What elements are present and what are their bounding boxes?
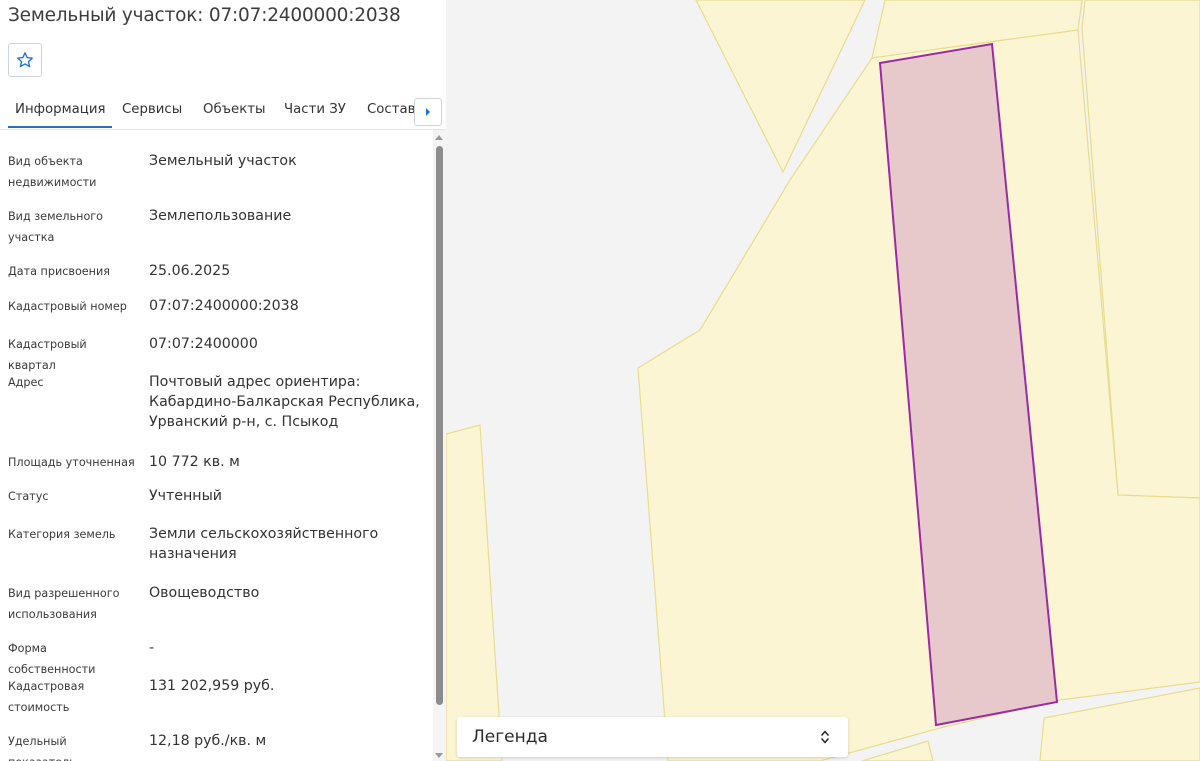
tab-information[interactable]: Информация: [7, 102, 113, 128]
info-label: Площадь уточненная: [8, 456, 135, 469]
tab-objects[interactable]: Объекты: [203, 102, 266, 117]
info-label: Статус: [8, 490, 49, 503]
info-label: Форма собственности: [8, 642, 96, 676]
info-label: Дата присвоения: [8, 265, 110, 278]
info-value: Учтенный: [149, 488, 222, 504]
tabs-scroll-right-button[interactable]: [414, 98, 442, 126]
info-label: Адрес: [8, 376, 44, 389]
info-label: Кадастровая стоимость: [8, 680, 85, 714]
info-value: Овощеводство: [149, 585, 260, 601]
tab-services[interactable]: Сервисы: [122, 102, 182, 117]
favorite-button[interactable]: [8, 43, 42, 77]
info-label: Вид объекта недвижимости: [8, 155, 97, 189]
info-value: Земельный участок: [149, 153, 297, 169]
legend-label: Легенда: [472, 727, 548, 747]
info-value: Почтовый адрес ориентира: Кабардино-Балк…: [149, 374, 420, 430]
info-value: 25.06.2025: [149, 263, 231, 279]
legend-dropdown[interactable]: Легенда: [457, 717, 848, 757]
info-value: Землепользование: [149, 208, 292, 224]
page-title: Земельный участок: 07:07:2400000:2038: [8, 5, 401, 26]
info-value: 07:07:2400000: [149, 336, 258, 352]
info-label: Вид земельного участка: [8, 210, 104, 244]
info-value: -: [149, 640, 155, 656]
star-outline-icon: [17, 52, 33, 68]
map-canvas[interactable]: [446, 0, 1200, 761]
scroll-down-arrow-icon[interactable]: [435, 753, 443, 758]
info-label: Вид разрешенного использования: [8, 587, 120, 621]
scroll-up-arrow-icon[interactable]: [435, 135, 443, 140]
caret-right-icon: [426, 108, 430, 116]
info-label: Кадастровый квартал: [8, 338, 87, 372]
info-value: 07:07:2400000:2038: [149, 298, 299, 314]
info-value: 131 202,959 руб.: [149, 678, 275, 694]
tab-bar: Информация Сервисы Объекты Части ЗУ Сост…: [0, 94, 446, 130]
chevron-up-down-icon: [821, 730, 829, 744]
info-value: Земли сельскохозяйственного назначения: [149, 526, 379, 562]
info-label: Кадастровый номер: [8, 300, 127, 313]
map-view[interactable]: [446, 0, 1200, 761]
info-panel: Земельный участок: 07:07:2400000:2038 Ин…: [0, 0, 446, 761]
info-label: Категория земель: [8, 528, 116, 541]
tab-composition[interactable]: Состав: [367, 102, 415, 117]
tab-parcel-parts[interactable]: Части ЗУ: [284, 102, 346, 117]
info-value: 12,18 руб./кв. м: [149, 733, 267, 749]
info-label: Удельный показатель: [8, 735, 76, 761]
info-value: 10 772 кв. м: [149, 454, 240, 470]
scrollbar-thumb[interactable]: [436, 146, 443, 705]
